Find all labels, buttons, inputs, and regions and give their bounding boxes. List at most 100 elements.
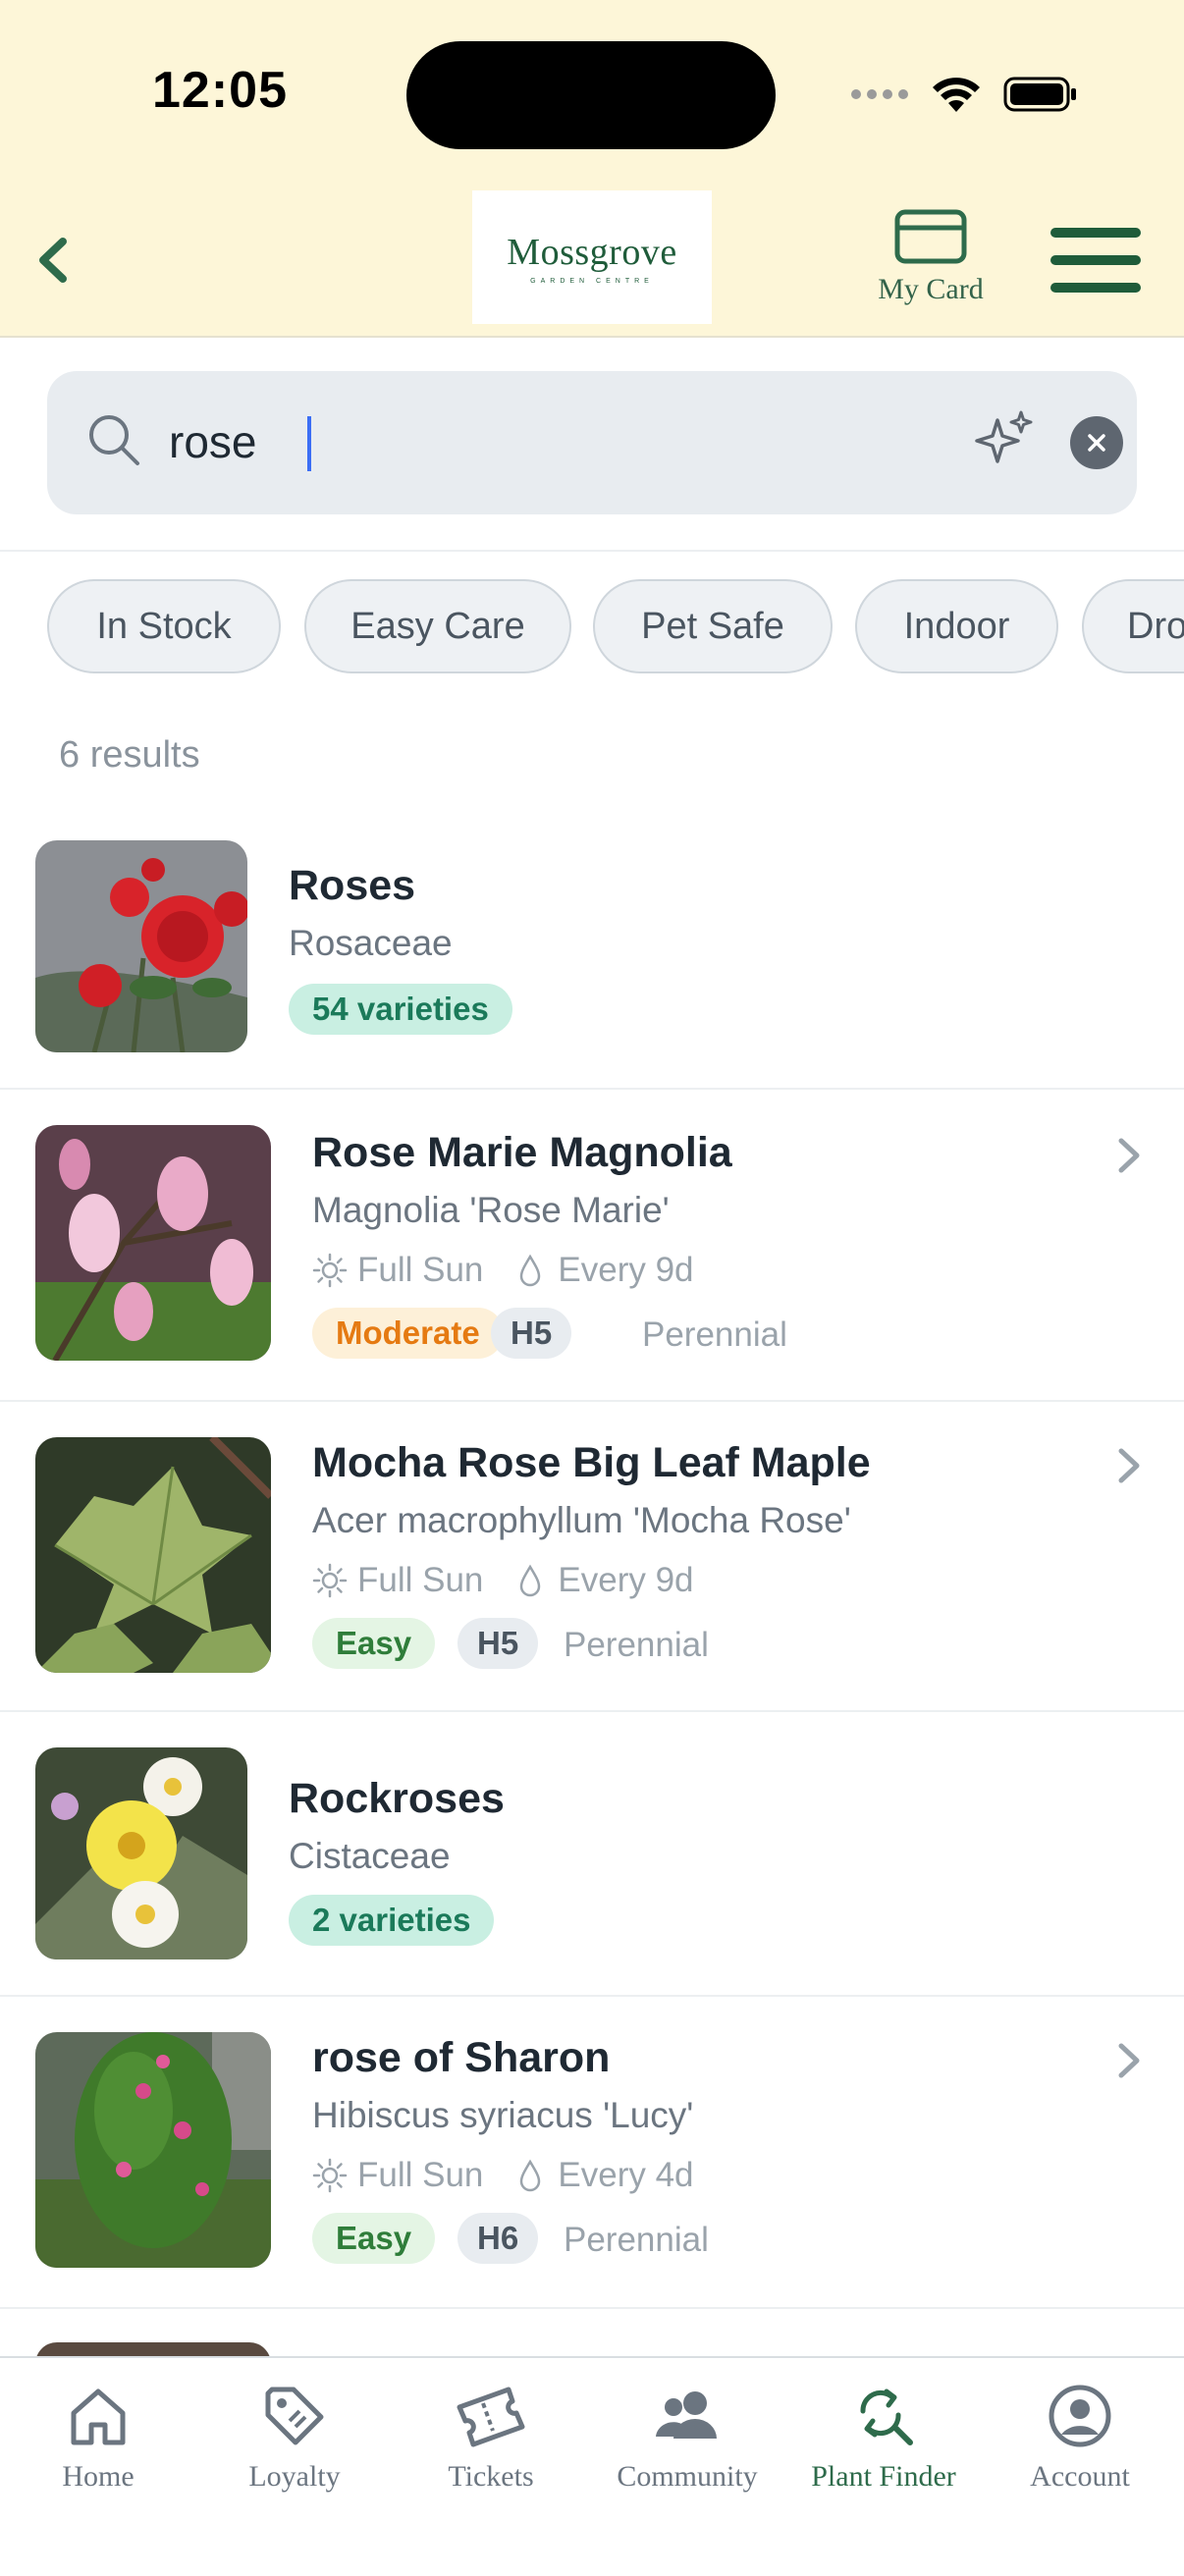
plant-thumbnail: [35, 2032, 271, 2268]
tab-home[interactable]: Home: [0, 2382, 196, 2494]
sun-requirement: Full Sun: [357, 2156, 484, 2194]
clear-search-button[interactable]: [1070, 416, 1123, 469]
tab-label: Loyalty: [248, 2460, 341, 2493]
plant-thumbnail: [35, 840, 247, 1052]
difficulty-badge: Moderate: [312, 1308, 504, 1359]
filter-chip-easy-care[interactable]: Easy Care: [304, 579, 571, 673]
hardiness-badge: H5: [457, 1618, 539, 1669]
account-icon: [1049, 2385, 1111, 2447]
sun-requirement: Full Sun: [357, 1251, 484, 1289]
difficulty-badge: Easy: [312, 1618, 436, 1669]
ai-sparkle-icon[interactable]: [970, 406, 1039, 475]
filter-chip-pet-safe[interactable]: Pet Safe: [593, 579, 833, 673]
tab-label: Home: [62, 2460, 135, 2493]
list-item[interactable]: Rose Marie Magnolia Magnolia 'Rose Marie…: [0, 1088, 1184, 1402]
care-info: Full Sun Every 4d: [312, 2156, 694, 2195]
water-drop-icon: [520, 2159, 541, 2192]
plant-family: Rosaceae: [289, 923, 453, 963]
varieties-badge: 54 varieties: [289, 984, 512, 1035]
tab-label: Tickets: [448, 2460, 534, 2493]
plant-title: rose of Sharon: [312, 2034, 611, 2081]
lifecycle-label: Perennial: [564, 2221, 709, 2259]
status-time: 12:05: [152, 62, 288, 119]
plant-thumbnail: [35, 2342, 271, 2356]
chevron-right-icon: [1118, 1448, 1140, 1483]
water-frequency: Every 9d: [558, 1251, 694, 1289]
plant-title: Rockroses: [289, 1775, 505, 1822]
status-icons: [850, 75, 1078, 114]
tab-loyalty[interactable]: Loyalty: [196, 2382, 393, 2494]
plant-thumbnail: [35, 1437, 271, 1673]
tab-account[interactable]: Account: [982, 2382, 1178, 2494]
plant-family: Cistaceae: [289, 1836, 451, 1876]
ticket-icon: [457, 2387, 525, 2447]
water-drop-icon: [520, 1254, 541, 1287]
logo-wordmark: Mossgrove: [507, 231, 677, 273]
hamburger-menu-icon: [1050, 228, 1141, 293]
chevron-left-icon: [39, 238, 67, 283]
tab-label: Account: [1030, 2460, 1130, 2493]
lifecycle-label: Perennial: [564, 1626, 709, 1664]
lifecycle-label: Perennial: [642, 1315, 787, 1354]
card-icon: [894, 209, 967, 264]
plant-title: Mocha Rose Big Leaf Maple: [312, 1439, 871, 1486]
filter-chips: In Stock Easy Care Pet Safe Indoor Dro: [0, 579, 1184, 679]
battery-icon: [1003, 77, 1076, 112]
sun-icon: [312, 1563, 348, 1598]
plant-botanical-name: Magnolia 'Rose Marie': [312, 1190, 670, 1230]
home-icon: [71, 2388, 126, 2445]
logo-tagline: GARDEN CENTRE: [530, 277, 654, 285]
bottom-tab-bar: Home Loyalty Tickets Community Plant Fin…: [0, 2356, 1184, 2576]
status-bar: 12:05: [0, 0, 1184, 187]
my-card-button[interactable]: My Card: [864, 208, 997, 316]
water-frequency: Every 4d: [558, 2156, 694, 2194]
water-frequency: Every 9d: [558, 1561, 694, 1599]
list-item[interactable]: rose of Sharon Hibiscus syriacus 'Lucy' …: [0, 1995, 1184, 2309]
hardiness-badge: H5: [491, 1308, 572, 1359]
plant-title: Roses: [289, 862, 416, 909]
list-item-partial[interactable]: [0, 2307, 1184, 2356]
results-count: 6 results: [59, 734, 200, 776]
hardiness-badge: H6: [457, 2213, 539, 2264]
my-card-label: My Card: [878, 273, 984, 305]
dynamic-island: [406, 41, 776, 149]
list-item[interactable]: Roses Rosaceae 54 varieties: [0, 831, 1184, 1090]
cellular-signal-icon: [851, 89, 908, 99]
sun-requirement: Full Sun: [357, 1561, 484, 1599]
tab-community[interactable]: Community: [589, 2382, 785, 2494]
plant-title: Rose Marie Magnolia: [312, 1129, 732, 1176]
sun-icon: [312, 1253, 348, 1288]
filter-chip-indoor[interactable]: Indoor: [855, 579, 1058, 673]
tab-tickets[interactable]: Tickets: [393, 2382, 589, 2494]
close-icon: [1088, 434, 1105, 452]
brand-logo[interactable]: Mossgrove GARDEN CENTRE: [472, 190, 712, 324]
difficulty-badge: Easy: [312, 2213, 436, 2264]
wifi-icon: [933, 78, 980, 112]
plant-botanical-name: Acer macrophyllum 'Mocha Rose': [312, 1500, 851, 1540]
text-cursor: [307, 416, 311, 471]
back-button[interactable]: [29, 226, 79, 295]
menu-button[interactable]: [1049, 222, 1145, 300]
plant-search-icon: [860, 2388, 913, 2445]
tab-plant-finder[interactable]: Plant Finder: [785, 2382, 982, 2494]
varieties-badge: 2 varieties: [289, 1895, 495, 1946]
sun-icon: [312, 2158, 348, 2193]
filter-chip-drought[interactable]: Dro: [1082, 579, 1184, 673]
list-item[interactable]: Rockroses Cistaceae 2 varieties: [0, 1710, 1184, 1997]
tab-label: Community: [617, 2460, 758, 2493]
plant-thumbnail: [35, 1125, 271, 1361]
filter-chip-in-stock[interactable]: In Stock: [47, 579, 281, 673]
app-header: Mossgrove GARDEN CENTRE My Card: [0, 187, 1184, 338]
tab-label: Plant Finder: [811, 2460, 956, 2493]
care-info: Full Sun Every 9d: [312, 1561, 694, 1600]
search-input[interactable]: [169, 404, 974, 479]
care-info: Full Sun Every 9d: [312, 1251, 694, 1290]
plant-botanical-name: Hibiscus syriacus 'Lucy': [312, 2095, 694, 2135]
tag-icon: [265, 2387, 324, 2445]
search-section: [0, 336, 1184, 552]
search-bar: [47, 371, 1137, 514]
water-drop-icon: [520, 1564, 541, 1597]
search-icon: [89, 415, 139, 465]
list-item[interactable]: Mocha Rose Big Leaf Maple Acer macrophyl…: [0, 1400, 1184, 1712]
chevron-right-icon: [1118, 2043, 1140, 2078]
